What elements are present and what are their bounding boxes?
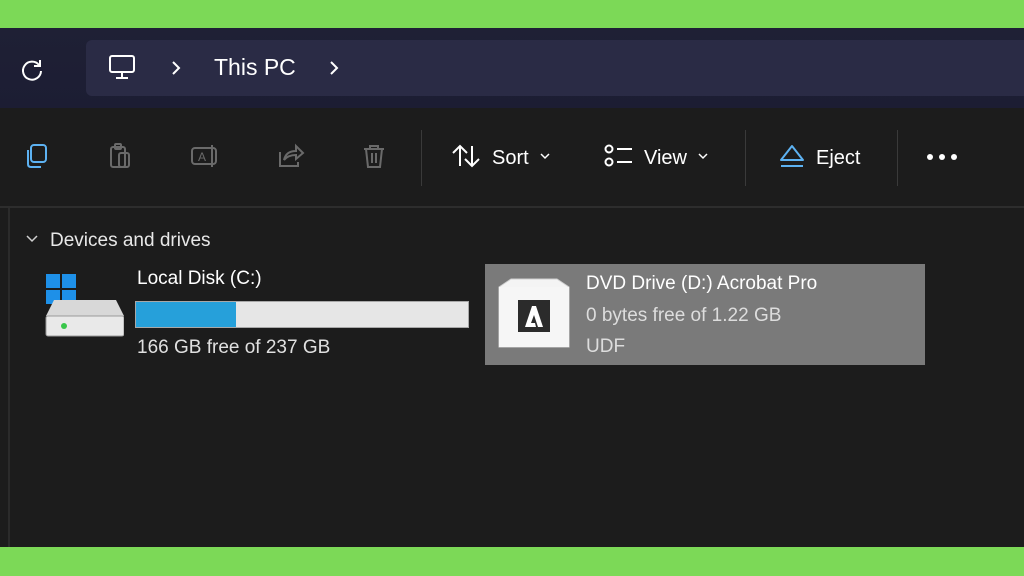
drive-item-d[interactable]: DVD Drive (D:) Acrobat Pro 0 bytes free … [485,264,925,365]
drive-free-space: 166 GB free of 237 GB [137,337,331,358]
chevron-right-icon[interactable] [326,58,342,83]
breadcrumb-this-pc[interactable]: This PC [214,54,296,81]
eject-icon [778,142,806,175]
svg-text:A: A [198,150,206,164]
rename-icon: A [190,142,222,175]
chevron-down-icon[interactable] [24,231,40,252]
command-bar: A Sort View Eject [0,108,1024,208]
drive-usage-bar [135,301,469,328]
paste-icon [106,142,134,175]
share-icon [276,142,306,175]
drive-filesystem: UDF [586,336,626,357]
chevron-right-icon[interactable] [168,58,184,83]
content-pane: Devices and drives Local Disk (C:) 166 G [0,208,1024,547]
drive-free-space: 0 bytes free of 1.22 GB [586,305,782,326]
view-button[interactable]: View [604,140,709,176]
hard-drive-windows-icon [44,274,125,345]
toolbar-separator [421,130,422,186]
sort-button[interactable]: Sort [450,140,551,176]
chevron-down-icon [539,149,551,167]
eject-label: Eject [816,146,861,169]
drive-item-c[interactable]: Local Disk (C:) 166 GB free of 237 GB [40,268,480,370]
refresh-icon[interactable] [18,56,46,84]
delete-icon [360,142,388,175]
sort-label: Sort [492,146,529,169]
chevron-down-icon [697,149,709,167]
address-bar-region: This PC [0,28,1024,108]
delete-button[interactable] [360,140,388,176]
toolbar-separator [897,130,898,186]
file-explorer-window: This PC A Sort View Eject Devices and dr… [0,28,1024,547]
more-icon [926,149,958,167]
view-label: View [644,146,687,169]
paste-button[interactable] [106,140,134,176]
view-list-icon [604,142,634,175]
drive-usage-fill [136,302,236,327]
more-options-button[interactable] [926,140,958,176]
rename-button[interactable]: A [190,140,222,176]
address-bar[interactable]: This PC [86,40,1024,96]
drive-name: DVD Drive (D:) Acrobat Pro [586,273,818,294]
copy-button[interactable] [22,140,50,176]
eject-button[interactable]: Eject [778,140,860,176]
sort-arrows-icon [450,142,482,175]
copy-icon [22,142,50,175]
navigation-pane-edge[interactable] [8,208,10,547]
group-header-devices[interactable]: Devices and drives [24,230,211,252]
share-button[interactable] [276,140,306,176]
drive-name: Local Disk (C:) [137,268,262,289]
computer-monitor-icon [108,53,136,86]
adobe-acrobat-disc-icon [495,277,573,349]
group-label: Devices and drives [50,230,211,251]
toolbar-separator [745,130,746,186]
